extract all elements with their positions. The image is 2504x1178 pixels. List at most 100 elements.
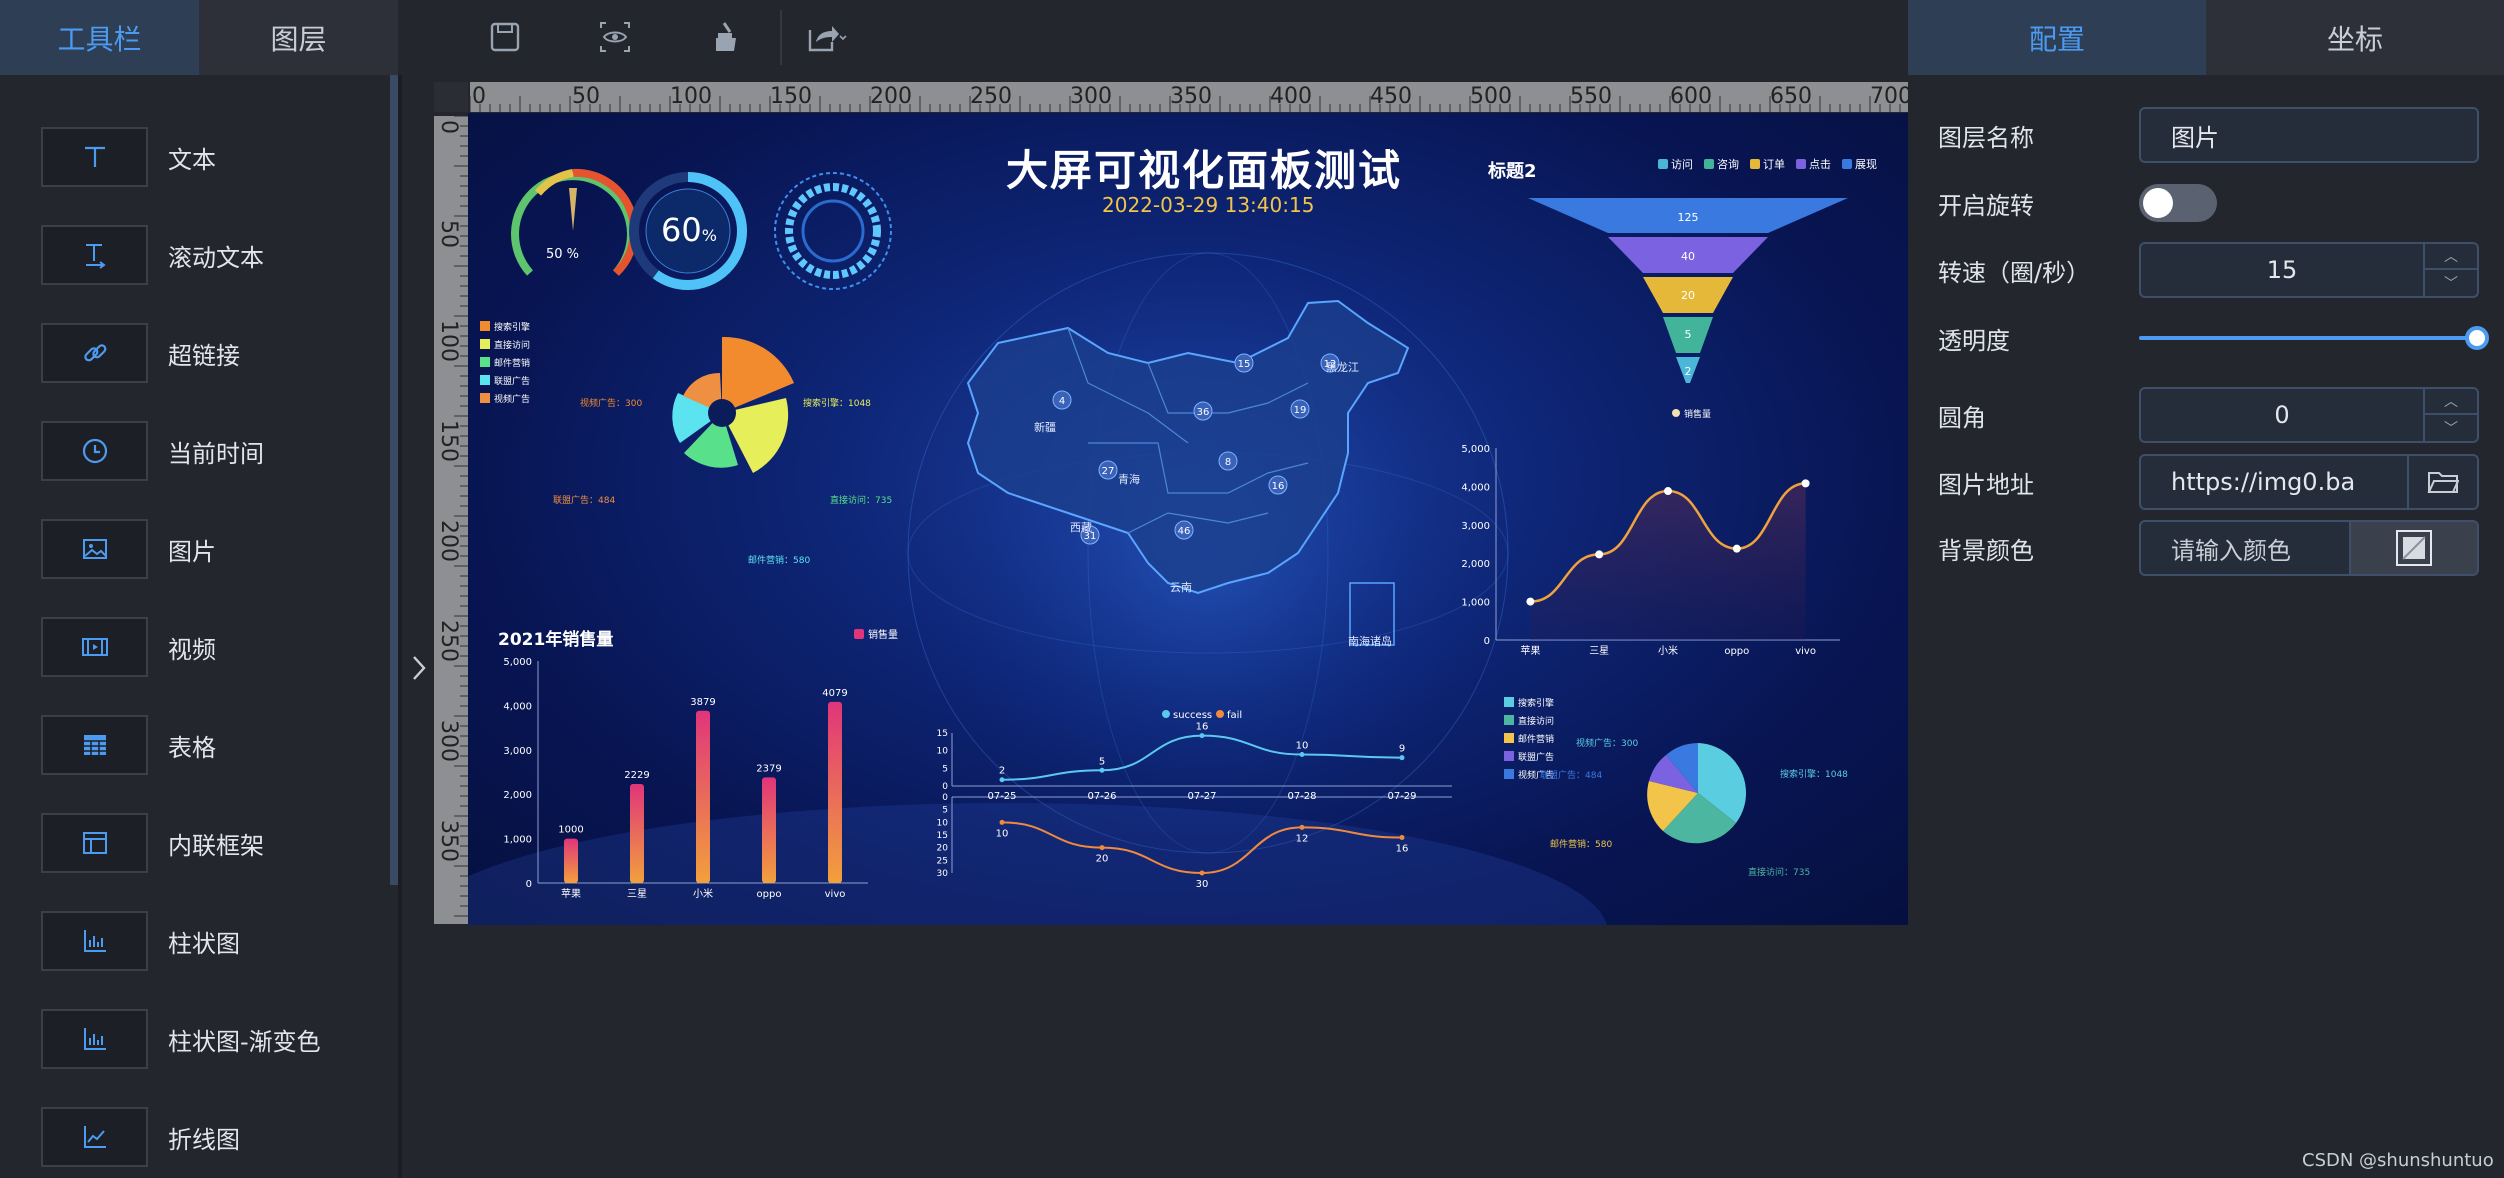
fail-value: 20 — [1096, 854, 1109, 865]
radius-stepper[interactable]: 0 ︿ ﹀ — [2139, 387, 2479, 443]
tab-toolbar[interactable]: 工具栏 — [0, 0, 199, 75]
tab-config[interactable]: 配置 — [1908, 0, 2206, 75]
tool-item-table[interactable]: 表格 — [0, 696, 390, 794]
radius-value: 0 — [2274, 401, 2290, 429]
tool-item-video[interactable]: 视频 — [0, 598, 390, 696]
success-value: 9 — [1399, 744, 1405, 755]
line-area — [1530, 483, 1806, 640]
tab-layers[interactable]: 图层 — [199, 0, 398, 75]
rotate-row: 开启旋转 — [1938, 175, 2478, 231]
tab-coordinates[interactable]: 坐标 — [2206, 0, 2504, 75]
x-tick-label: 07-27 — [1187, 791, 1216, 802]
y-tick-label: 5,000 — [1461, 444, 1490, 455]
x-tick-label: vivo — [1795, 646, 1816, 657]
funnel-value: 125 — [1678, 211, 1699, 224]
editor-canvas[interactable]: 4 27 31 15 19 8 36 46 16 12 新疆 青海 西藏 云南 黑龙江 南海诸岛 — [468, 113, 1908, 925]
video-icon — [41, 617, 148, 677]
toggle-knob — [2143, 188, 2173, 218]
tool-item-text[interactable]: 文本 — [0, 108, 390, 206]
opacity-slider-track[interactable] — [2139, 336, 2479, 340]
speed-row: 转速（圈/秒） 15 ︿ ﹀ — [1938, 242, 2479, 298]
funnel-value: 20 — [1681, 289, 1695, 302]
ruler-label: 200 — [870, 84, 912, 109]
ruler-vertical: 0 50 100 150 200 250 300 350 — [434, 116, 468, 924]
preview-icon — [600, 22, 630, 52]
increment-button[interactable]: ︿ — [2425, 244, 2477, 270]
ruler-label: 650 — [1770, 84, 1812, 109]
ruler-label: 100 — [670, 84, 712, 109]
bar-chart-icon — [41, 911, 148, 971]
map-region-label: 黑龙江 — [1326, 361, 1359, 374]
bg-color-row: 背景颜色 请输入颜色 — [1938, 520, 2479, 576]
legend-label: success — [1173, 710, 1212, 721]
tool-label: 视频 — [168, 635, 216, 664]
left-scrollbar[interactable] — [390, 75, 398, 885]
x-tick-label: oppo — [1724, 646, 1749, 657]
clear-button[interactable] — [700, 12, 750, 62]
image-url-label: 图片地址 — [1938, 470, 2034, 499]
bar — [696, 710, 710, 883]
app-root: 工具栏 图层 文本 滚动文本 超链接 当前时间 图片 视频 表格 内联框架 柱状… — [0, 0, 2504, 1178]
legend-swatch — [854, 629, 864, 639]
legend-swatch — [1796, 159, 1806, 169]
dashboard-subtitle: 标题2 — [1488, 161, 1537, 182]
map-region-label: 青海 — [1118, 472, 1140, 486]
decrement-button[interactable]: ﹀ — [2425, 270, 2477, 296]
legend-label: 点击 — [1809, 158, 1831, 171]
tool-item-scroll-text[interactable]: 滚动文本 — [0, 206, 390, 304]
map-region-label: 南海诸岛 — [1348, 634, 1392, 648]
save-button[interactable] — [480, 12, 530, 62]
tool-item-line-chart[interactable]: 折线图 — [0, 1088, 390, 1178]
browse-folder-button[interactable] — [2407, 454, 2479, 510]
tool-item-current-time[interactable]: 当前时间 — [0, 402, 390, 500]
decrement-button[interactable]: ﹀ — [2425, 415, 2477, 441]
y-tick-label: 10 — [937, 818, 949, 828]
collapse-panel-button[interactable] — [404, 648, 434, 688]
y-tick-label: 5 — [942, 764, 948, 774]
tool-item-image[interactable]: 图片 — [0, 500, 390, 598]
pie-chart — [1647, 743, 1747, 844]
map-region-label: 云南 — [1170, 581, 1192, 594]
tool-item-iframe[interactable]: 内联框架 — [0, 794, 390, 892]
legend-label: 直接访问 — [1518, 715, 1554, 727]
progress-value: 60% — [661, 211, 717, 249]
opacity-slider-handle[interactable] — [2465, 326, 2489, 350]
map-bubble-value: 4 — [1059, 396, 1065, 407]
export-button[interactable] — [798, 12, 858, 62]
y-tick-label: 1,000 — [503, 835, 532, 846]
rose-chart — [672, 336, 794, 473]
bar — [630, 784, 644, 883]
legend-swatch — [1842, 159, 1852, 169]
fail-point — [999, 819, 1005, 825]
tool-item-bar-chart[interactable]: 柱状图 — [0, 892, 390, 990]
legend-label: 邮件营销 — [494, 357, 530, 369]
color-picker-button[interactable] — [2349, 520, 2479, 576]
ruler-label: 400 — [1270, 84, 1312, 109]
success-point — [999, 777, 1005, 783]
funnel-value: 5 — [1685, 328, 1692, 341]
x-tick-label: 苹果 — [1520, 644, 1540, 657]
tool-item-link[interactable]: 超链接 — [0, 304, 390, 402]
tool-item-bar-gradient[interactable]: 柱状图-渐变色 — [0, 990, 390, 1088]
rotate-toggle[interactable] — [2139, 184, 2217, 222]
map-bubble-value: 46 — [1178, 526, 1191, 537]
image-url-input[interactable]: https://img0.ba — [2139, 454, 2409, 510]
preview-button[interactable] — [590, 12, 640, 62]
legend-swatch — [1658, 159, 1668, 169]
clear-icon — [716, 22, 736, 51]
dashboard-title: 大屏可视化面板测试 — [1006, 146, 1403, 195]
legend-label: 邮件营销 — [1518, 733, 1554, 745]
layer-name-input[interactable]: 图片 — [2139, 107, 2479, 163]
bar-value-label: 2229 — [624, 770, 649, 781]
line-chart-icon — [41, 1107, 148, 1167]
bar-gradient-icon — [41, 1009, 148, 1069]
ruler-label: 100 — [436, 320, 461, 362]
increment-button[interactable]: ︿ — [2425, 389, 2477, 415]
bg-color-input[interactable]: 请输入颜色 — [2139, 520, 2351, 576]
map-region-label: 西藏 — [1070, 521, 1092, 534]
speed-stepper[interactable]: 15 ︿ ﹀ — [2139, 242, 2479, 298]
legend-swatch — [480, 339, 490, 349]
pie-data-label: 联盟广告：484 — [1540, 769, 1602, 781]
tool-label: 图片 — [168, 537, 216, 566]
layer-name-row: 图层名称 图片 — [1938, 107, 2479, 163]
